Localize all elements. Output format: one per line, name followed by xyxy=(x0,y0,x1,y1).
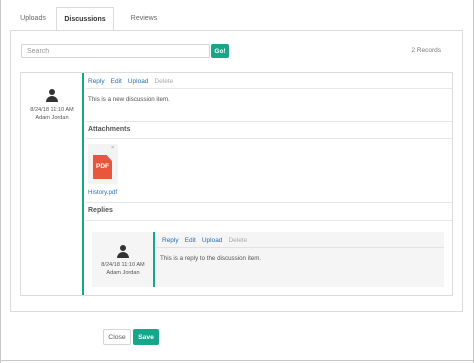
save-button[interactable]: Save xyxy=(133,329,159,345)
reply-meta: 8/24/18 11:10 AM Adam Jordan xyxy=(95,262,151,277)
tab-uploads[interactable]: Uploads xyxy=(10,7,56,30)
reply-delete-link[interactable]: Delete xyxy=(228,237,247,244)
remove-attachment-icon[interactable]: × xyxy=(111,145,114,151)
pdf-file-icon: PDF xyxy=(93,155,112,179)
discussion-date: 8/24/18 11:10 AM xyxy=(30,107,74,113)
attachment-file-link[interactable]: History.pdf xyxy=(88,189,117,196)
window-border-bottom xyxy=(0,360,474,361)
discussion-text: This is a new discussion item. xyxy=(88,96,170,103)
reply-actions-divider xyxy=(156,247,444,248)
attachments-divider-top xyxy=(86,121,452,122)
reply-accent-rule xyxy=(153,232,155,287)
replies-title: Replies xyxy=(88,207,113,214)
reply-avatar-icon xyxy=(116,245,130,259)
reply-reply-link[interactable]: Reply xyxy=(162,237,179,244)
reply-text: This is a reply to the discussion item. xyxy=(160,255,262,262)
tab-discussions[interactable]: Discussions xyxy=(56,7,114,31)
reply-link[interactable]: Reply xyxy=(88,78,105,85)
tab-reviews[interactable]: Reviews xyxy=(114,7,174,30)
records-count: 2 Records xyxy=(411,47,441,54)
attachments-divider-bottom xyxy=(86,138,452,139)
discussion-accent-rule xyxy=(82,73,84,295)
reply-author: Adam Jordan xyxy=(106,269,140,276)
attachments-title: Attachments xyxy=(88,126,131,133)
upload-link[interactable]: Upload xyxy=(128,78,149,85)
search-go-button[interactable]: Go! xyxy=(211,44,229,58)
discussion-author: Adam Jordan xyxy=(35,114,69,121)
close-button[interactable]: Close xyxy=(103,329,131,345)
reply-item xyxy=(92,232,444,287)
reply-edit-link[interactable]: Edit xyxy=(185,237,196,244)
tab-bar: Uploads Discussions Reviews xyxy=(10,7,174,31)
reply-date: 8/24/18 11:10 AM xyxy=(101,262,145,268)
window-border-left xyxy=(0,0,1,363)
search-input[interactable] xyxy=(21,44,210,58)
discussion-meta: 8/24/18 11:10 AM Adam Jordan xyxy=(24,107,80,122)
reply-upload-link[interactable]: Upload xyxy=(202,237,223,244)
actions-divider xyxy=(86,88,452,89)
replies-divider-bottom xyxy=(86,220,452,221)
user-avatar-icon xyxy=(45,89,59,103)
reply-actions: Reply Edit Upload Delete xyxy=(162,237,247,244)
replies-divider-top xyxy=(86,202,452,203)
edit-link[interactable]: Edit xyxy=(111,78,122,85)
delete-link[interactable]: Delete xyxy=(154,78,173,85)
discussion-actions: Reply Edit Upload Delete xyxy=(88,78,173,85)
